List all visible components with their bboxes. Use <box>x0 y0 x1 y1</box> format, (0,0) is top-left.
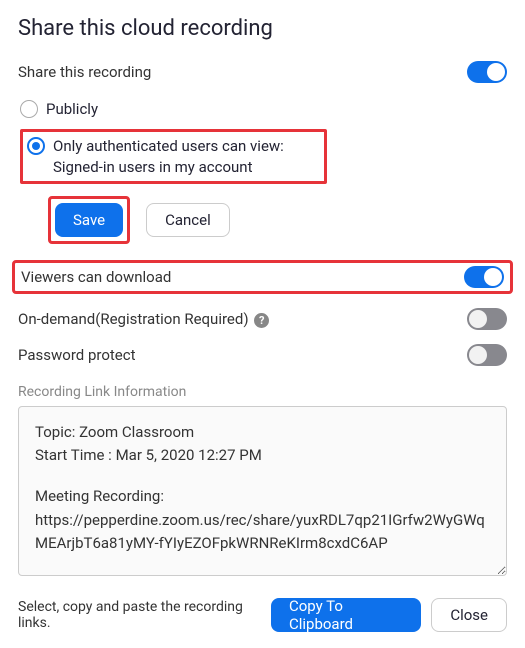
password-protect-label: Password protect <box>18 346 136 364</box>
radio-publicly[interactable]: Publicly <box>20 97 507 121</box>
topic-value: Zoom Classroom <box>79 423 194 441</box>
password-protect-row: Password protect <box>18 344 507 366</box>
close-button[interactable]: Close <box>431 598 507 632</box>
dialog-title: Share this cloud recording <box>18 16 507 41</box>
start-time-value: Mar 5, 2020 12:27 PM <box>116 446 262 464</box>
topic-label: Topic: <box>35 423 75 441</box>
save-button[interactable]: Save <box>55 203 123 237</box>
footer-row: Select, copy and paste the recording lin… <box>18 598 507 632</box>
viewers-download-label: Viewers can download <box>21 268 171 286</box>
meeting-recording-label: Meeting Recording: <box>35 485 490 508</box>
copy-to-clipboard-button[interactable]: Copy To Clipboard <box>271 598 421 632</box>
viewers-download-toggle[interactable] <box>464 266 504 288</box>
radio-authenticated[interactable]: Only authenticated users can view: Signe… <box>20 129 327 184</box>
on-demand-toggle[interactable] <box>467 308 507 330</box>
password-protect-toggle[interactable] <box>467 344 507 366</box>
footer-hint: Select, copy and paste the recording lin… <box>18 599 271 631</box>
help-icon[interactable]: ? <box>254 313 269 328</box>
share-recording-toggle[interactable] <box>467 61 507 83</box>
radio-icon <box>27 137 45 155</box>
recording-link-section-label: Recording Link Information <box>18 384 507 400</box>
recording-link-textarea[interactable]: Topic: Zoom Classroom Start Time : Mar 5… <box>18 406 507 576</box>
on-demand-row: On-demand(Registration Required) ? <box>18 308 507 330</box>
share-recording-row: Share this recording <box>18 61 507 83</box>
save-button-highlight: Save <box>48 196 130 244</box>
cancel-button[interactable]: Cancel <box>146 203 230 237</box>
on-demand-label: On-demand(Registration Required) ? <box>18 310 269 328</box>
radio-authenticated-label-2: Signed-in users in my account <box>53 157 284 177</box>
start-time-label: Start Time : <box>35 446 112 464</box>
viewers-download-row: Viewers can download <box>12 260 513 294</box>
meeting-recording-url: https://pepperdine.zoom.us/rec/share/yux… <box>35 509 490 556</box>
share-recording-label: Share this recording <box>18 63 151 81</box>
save-cancel-row: Save Cancel <box>48 196 507 244</box>
radio-publicly-label: Publicly <box>46 99 98 119</box>
radio-authenticated-label-1: Only authenticated users can view: <box>53 136 284 156</box>
radio-icon <box>20 100 38 118</box>
share-visibility-radio-group: Publicly Only authenticated users can vi… <box>20 97 507 184</box>
